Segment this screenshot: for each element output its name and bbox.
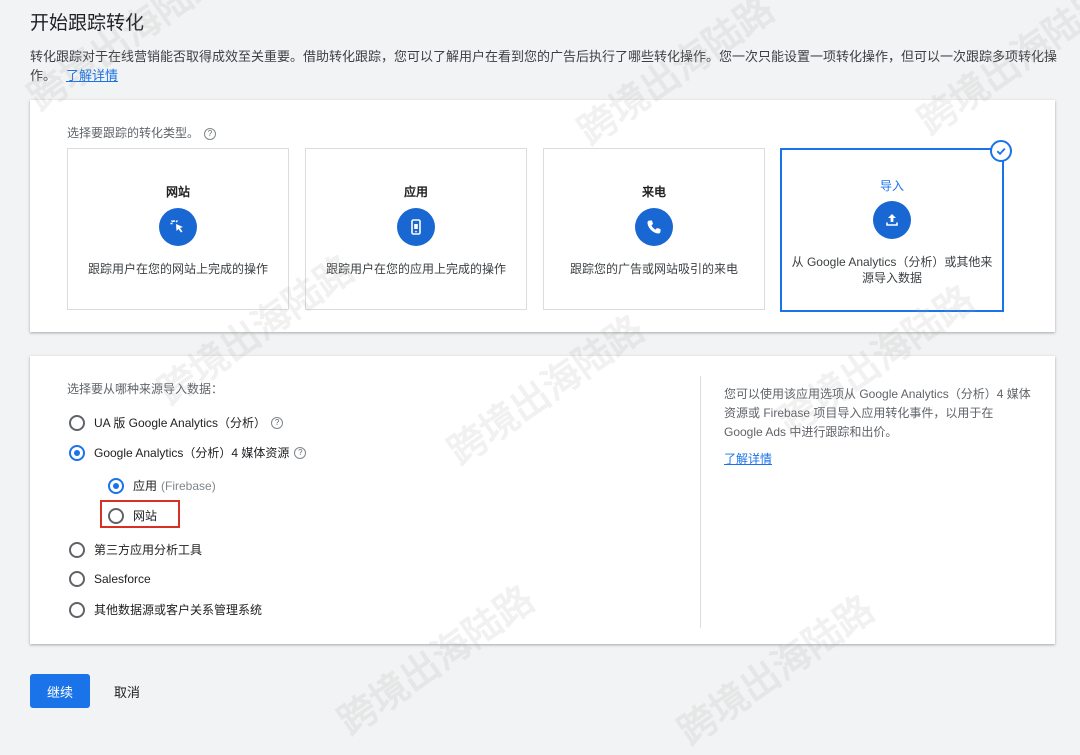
- divider: [700, 376, 701, 628]
- import-source-label: 选择要从哪种来源导入数据：: [67, 382, 224, 396]
- tile-app-title: 应用: [403, 185, 428, 199]
- radio-other-crm[interactable]: [69, 601, 85, 618]
- option-other-crm[interactable]: 其他数据源或客户关系管理系统: [69, 601, 262, 618]
- phone-icon: [635, 208, 673, 246]
- mobile-phone-icon: [397, 208, 435, 246]
- import-source-card: 选择要从哪种来源导入数据： UA 版 Google Analytics（分析） …: [30, 356, 1055, 644]
- tile-phone-call[interactable]: 来电 跟踪您的广告或网站吸引的来电: [543, 148, 765, 310]
- option-ua-analytics-label: UA 版 Google Analytics（分析）: [94, 416, 267, 430]
- radio-app-firebase[interactable]: [108, 477, 124, 494]
- tile-import-title: 导入: [879, 179, 904, 193]
- option-third-party[interactable]: 第三方应用分析工具: [69, 541, 202, 558]
- sub-option-app-label: 应用: [133, 479, 158, 493]
- help-icon[interactable]: ?: [271, 416, 284, 429]
- sub-option-app[interactable]: 应用 (Firebase): [108, 477, 216, 494]
- option-ga4-label: Google Analytics（分析）4 媒体资源: [94, 446, 290, 460]
- tile-app[interactable]: 应用 跟踪用户在您的应用上完成的操作: [305, 148, 527, 310]
- continue-button[interactable]: 继续: [30, 674, 90, 708]
- radio-third-party[interactable]: [69, 541, 85, 558]
- radio-website[interactable]: [108, 507, 124, 524]
- tile-app-desc: 跟踪用户在您的应用上完成的操作: [325, 262, 506, 276]
- tile-website[interactable]: 网站 跟踪用户在您的网站上完成的操作: [67, 148, 289, 310]
- tile-website-title: 网站: [165, 185, 190, 199]
- option-ua-analytics[interactable]: UA 版 Google Analytics（分析） ?: [69, 414, 284, 431]
- upload-icon: [873, 201, 911, 239]
- radio-ga4[interactable]: [69, 444, 85, 461]
- radio-ua-analytics[interactable]: [69, 414, 85, 431]
- tile-import-desc: 从 Google Analytics（分析）或其他来源导入数据: [791, 255, 993, 285]
- sub-option-website-label: 网站: [133, 509, 158, 523]
- option-other-crm-label: 其他数据源或客户关系管理系统: [94, 603, 263, 617]
- tile-phone-title: 来电: [641, 185, 666, 199]
- side-help-text: 您可以使用该应用选项从 Google Analytics（分析）4 媒体资源或 …: [724, 387, 1031, 439]
- sub-option-website[interactable]: 网站: [108, 507, 157, 524]
- tile-import[interactable]: 导入 从 Google Analytics（分析）或其他来源导入数据: [780, 140, 1012, 312]
- conversion-type-label: 选择要跟踪的转化类型。?: [67, 124, 217, 141]
- option-third-party-label: 第三方应用分析工具: [94, 543, 203, 557]
- tile-website-desc: 跟踪用户在您的网站上完成的操作: [87, 262, 268, 276]
- side-learn-more-link[interactable]: 了解详情: [724, 450, 772, 467]
- radio-salesforce[interactable]: [69, 571, 85, 587]
- tile-phone-desc: 跟踪您的广告或网站吸引的来电: [569, 262, 738, 276]
- page-title: 开始跟踪转化: [30, 13, 145, 34]
- intro-text: 转化跟踪对于在线营销能否取得成效至关重要。借助转化跟踪，您可以了解用户在看到您的…: [30, 47, 1060, 85]
- intro-paragraph: 转化跟踪对于在线营销能否取得成效至关重要。借助转化跟踪，您可以了解用户在看到您的…: [30, 49, 1058, 83]
- conversion-type-label-text: 选择要跟踪的转化类型。: [67, 126, 200, 140]
- cursor-click-icon: [159, 208, 197, 246]
- selected-check-icon: [990, 140, 1012, 162]
- option-ga4[interactable]: Google Analytics（分析）4 媒体资源 ?: [69, 444, 307, 461]
- cancel-button[interactable]: 取消: [100, 674, 154, 708]
- conversion-type-card: 选择要跟踪的转化类型。? 网站 跟踪用户在您的网站上完成的操作 应用 跟踪用户在…: [30, 100, 1055, 332]
- option-salesforce-label: Salesforce: [94, 572, 151, 586]
- help-icon[interactable]: ?: [294, 446, 307, 459]
- learn-more-link[interactable]: 了解详情: [66, 68, 118, 83]
- help-icon[interactable]: ?: [204, 128, 217, 140]
- sub-option-app-suffix: (Firebase): [161, 478, 216, 493]
- option-salesforce[interactable]: Salesforce: [69, 571, 151, 587]
